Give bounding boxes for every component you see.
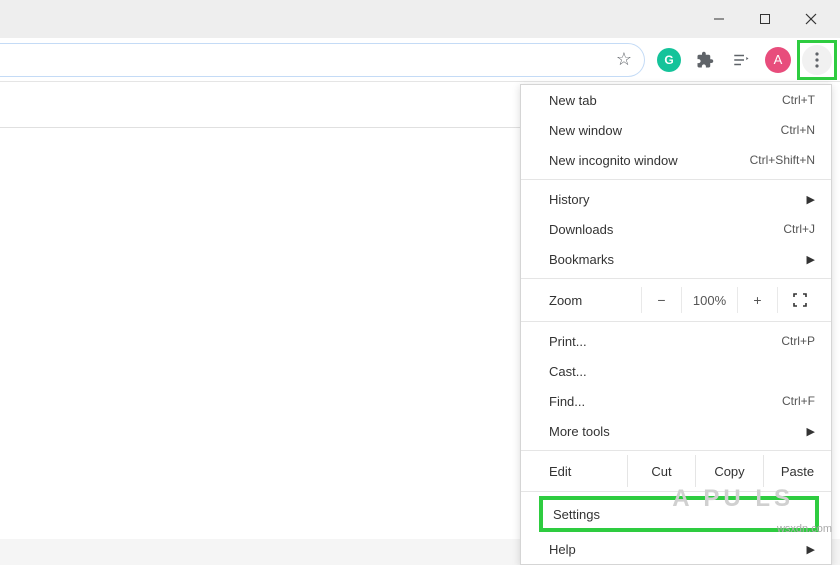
menu-more-tools[interactable]: More tools ▶	[521, 416, 831, 446]
zoom-value: 100%	[681, 287, 737, 313]
chevron-right-icon: ▶	[805, 193, 815, 206]
menu-shortcut: Ctrl+T	[735, 93, 815, 107]
edit-cut-button[interactable]: Cut	[627, 455, 695, 487]
menu-separator	[521, 450, 831, 451]
menu-downloads[interactable]: Downloads Ctrl+J	[521, 214, 831, 244]
grammarly-extension-icon[interactable]: G	[655, 46, 683, 74]
content-divider	[0, 127, 520, 128]
menu-label: More tools	[549, 424, 805, 439]
menu-label: Downloads	[549, 222, 735, 237]
menu-edit-row: Edit Cut Copy Paste	[521, 455, 831, 487]
background-watermark-text: A PU LS	[672, 485, 794, 513]
menu-history[interactable]: History ▶	[521, 184, 831, 214]
chevron-right-icon: ▶	[805, 425, 815, 438]
browser-toolbar: ☆ G A	[0, 38, 840, 82]
minimize-button[interactable]	[696, 3, 742, 35]
menu-label: New window	[549, 123, 735, 138]
chevron-right-icon: ▶	[805, 253, 815, 266]
menu-print[interactable]: Print... Ctrl+P	[521, 326, 831, 356]
window-titlebar	[0, 0, 840, 38]
extensions-puzzle-icon[interactable]	[691, 46, 719, 74]
edit-label: Edit	[549, 464, 627, 479]
menu-shortcut: Ctrl+P	[735, 334, 815, 348]
close-button[interactable]	[788, 3, 834, 35]
menu-new-incognito[interactable]: New incognito window Ctrl+Shift+N	[521, 145, 831, 175]
menu-label: Cast...	[549, 364, 815, 379]
address-bar[interactable]: ☆	[0, 43, 645, 77]
menu-label: Help	[549, 542, 805, 557]
menu-shortcut: Ctrl+J	[735, 222, 815, 236]
menu-new-window[interactable]: New window Ctrl+N	[521, 115, 831, 145]
menu-separator	[521, 179, 831, 180]
edit-paste-button[interactable]: Paste	[763, 455, 831, 487]
kebab-menu-button[interactable]	[802, 45, 832, 75]
menu-new-tab[interactable]: New tab Ctrl+T	[521, 85, 831, 115]
kebab-highlight	[797, 40, 837, 80]
menu-label: New tab	[549, 93, 735, 108]
zoom-label: Zoom	[549, 293, 641, 308]
menu-cast[interactable]: Cast...	[521, 356, 831, 386]
menu-label: Find...	[549, 394, 735, 409]
chevron-right-icon: ▶	[805, 543, 815, 556]
menu-separator	[521, 321, 831, 322]
bookmark-star-icon[interactable]: ☆	[616, 49, 632, 70]
zoom-out-button[interactable]: −	[641, 287, 681, 313]
menu-zoom-row: Zoom − 100% +	[521, 283, 831, 317]
profile-avatar[interactable]: A	[765, 47, 791, 73]
zoom-in-button[interactable]: +	[737, 287, 777, 313]
menu-label: History	[549, 192, 805, 207]
edit-copy-button[interactable]: Copy	[695, 455, 763, 487]
menu-bookmarks[interactable]: Bookmarks ▶	[521, 244, 831, 274]
menu-label: Bookmarks	[549, 252, 805, 267]
source-watermark: wsxdn.com	[777, 523, 832, 535]
menu-label: Print...	[549, 334, 735, 349]
menu-find[interactable]: Find... Ctrl+F	[521, 386, 831, 416]
reading-list-icon[interactable]	[727, 46, 755, 74]
menu-shortcut: Ctrl+F	[735, 394, 815, 408]
menu-shortcut: Ctrl+N	[735, 123, 815, 137]
fullscreen-button[interactable]	[777, 287, 821, 313]
menu-shortcut: Ctrl+Shift+N	[735, 153, 815, 167]
menu-separator	[521, 278, 831, 279]
maximize-button[interactable]	[742, 3, 788, 35]
menu-label: New incognito window	[549, 153, 735, 168]
